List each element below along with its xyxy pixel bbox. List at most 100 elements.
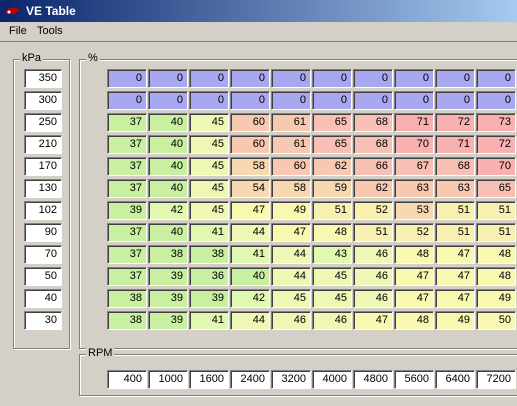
kpa-cell[interactable]: 50 [24, 267, 62, 286]
ve-cell[interactable]: 41 [230, 245, 270, 264]
kpa-cell[interactable]: 70 [24, 245, 62, 264]
ve-cell[interactable]: 37 [107, 135, 147, 154]
ve-cell[interactable]: 37 [107, 245, 147, 264]
ve-cell[interactable]: 36 [189, 267, 229, 286]
ve-cell[interactable]: 59 [312, 179, 352, 198]
ve-cell[interactable]: 65 [312, 135, 352, 154]
ve-cell[interactable]: 0 [476, 91, 516, 110]
ve-cell[interactable]: 0 [435, 91, 475, 110]
kpa-cell[interactable]: 130 [24, 179, 62, 198]
ve-cell[interactable]: 0 [230, 91, 270, 110]
ve-cell[interactable]: 60 [230, 113, 270, 132]
ve-cell[interactable]: 70 [394, 135, 434, 154]
ve-cell[interactable]: 51 [435, 201, 475, 220]
ve-cell[interactable]: 39 [148, 311, 188, 330]
ve-cell[interactable]: 51 [312, 201, 352, 220]
ve-cell[interactable]: 47 [271, 223, 311, 242]
ve-cell[interactable]: 0 [353, 91, 393, 110]
kpa-cell[interactable]: 300 [24, 91, 62, 110]
ve-cell[interactable]: 40 [148, 135, 188, 154]
ve-cell[interactable]: 44 [271, 245, 311, 264]
ve-cell[interactable]: 58 [230, 157, 270, 176]
ve-cell[interactable]: 48 [394, 311, 434, 330]
ve-cell[interactable]: 47 [435, 245, 475, 264]
ve-cell[interactable]: 48 [476, 245, 516, 264]
ve-cell[interactable]: 44 [230, 223, 270, 242]
ve-cell[interactable]: 54 [230, 179, 270, 198]
ve-cell[interactable]: 0 [312, 91, 352, 110]
ve-cell[interactable]: 49 [435, 311, 475, 330]
ve-cell[interactable]: 37 [107, 157, 147, 176]
ve-cell[interactable]: 40 [148, 179, 188, 198]
ve-cell[interactable]: 60 [271, 157, 311, 176]
kpa-cell[interactable]: 210 [24, 135, 62, 154]
ve-cell[interactable]: 0 [435, 69, 475, 88]
ve-cell[interactable]: 39 [148, 289, 188, 308]
ve-cell[interactable]: 41 [189, 223, 229, 242]
ve-cell[interactable]: 67 [394, 157, 434, 176]
ve-cell[interactable]: 42 [148, 201, 188, 220]
ve-cell[interactable]: 62 [353, 179, 393, 198]
ve-cell[interactable]: 37 [107, 179, 147, 198]
ve-cell[interactable]: 38 [189, 245, 229, 264]
ve-cell[interactable]: 68 [435, 157, 475, 176]
ve-cell[interactable]: 61 [271, 135, 311, 154]
ve-cell[interactable]: 0 [394, 69, 434, 88]
ve-cell[interactable]: 46 [353, 267, 393, 286]
ve-cell[interactable]: 38 [107, 311, 147, 330]
ve-cell[interactable]: 71 [435, 135, 475, 154]
ve-cell[interactable]: 38 [107, 289, 147, 308]
ve-cell[interactable]: 48 [394, 245, 434, 264]
ve-cell[interactable]: 0 [271, 91, 311, 110]
ve-cell[interactable]: 51 [353, 223, 393, 242]
ve-cell[interactable]: 61 [271, 113, 311, 132]
ve-cell[interactable]: 0 [189, 69, 229, 88]
ve-cell[interactable]: 40 [148, 113, 188, 132]
ve-cell[interactable]: 0 [476, 69, 516, 88]
ve-cell[interactable]: 46 [271, 311, 311, 330]
ve-cell[interactable]: 47 [435, 267, 475, 286]
ve-cell[interactable]: 41 [189, 311, 229, 330]
ve-cell[interactable]: 45 [312, 267, 352, 286]
ve-cell[interactable]: 72 [435, 113, 475, 132]
ve-cell[interactable]: 0 [230, 69, 270, 88]
ve-cell[interactable]: 47 [394, 289, 434, 308]
ve-cell[interactable]: 47 [353, 311, 393, 330]
ve-cell[interactable]: 39 [107, 201, 147, 220]
menu-tools[interactable]: Tools [37, 25, 63, 37]
ve-cell[interactable]: 46 [312, 311, 352, 330]
ve-cell[interactable]: 38 [148, 245, 188, 264]
ve-cell[interactable]: 47 [230, 201, 270, 220]
ve-cell[interactable]: 58 [271, 179, 311, 198]
ve-cell[interactable]: 0 [353, 69, 393, 88]
ve-cell[interactable]: 53 [394, 201, 434, 220]
ve-cell[interactable]: 45 [189, 135, 229, 154]
ve-cell[interactable]: 60 [230, 135, 270, 154]
kpa-cell[interactable]: 170 [24, 157, 62, 176]
ve-cell[interactable]: 45 [189, 157, 229, 176]
kpa-cell[interactable]: 250 [24, 113, 62, 132]
ve-cell[interactable]: 45 [189, 201, 229, 220]
rpm-cell[interactable]: 4000 [312, 370, 352, 389]
ve-cell[interactable]: 40 [148, 223, 188, 242]
ve-cell[interactable]: 73 [476, 113, 516, 132]
ve-cell[interactable]: 49 [271, 201, 311, 220]
ve-cell[interactable]: 45 [271, 289, 311, 308]
ve-cell[interactable]: 45 [189, 179, 229, 198]
kpa-cell[interactable]: 102 [24, 201, 62, 220]
ve-cell[interactable]: 37 [107, 267, 147, 286]
ve-cell[interactable]: 39 [189, 289, 229, 308]
ve-cell[interactable]: 71 [394, 113, 434, 132]
rpm-cell[interactable]: 6400 [435, 370, 475, 389]
ve-cell[interactable]: 49 [476, 289, 516, 308]
ve-cell[interactable]: 0 [148, 91, 188, 110]
ve-cell[interactable]: 45 [312, 289, 352, 308]
ve-cell[interactable]: 44 [230, 311, 270, 330]
ve-cell[interactable]: 46 [353, 289, 393, 308]
rpm-cell[interactable]: 1000 [148, 370, 188, 389]
rpm-cell[interactable]: 3200 [271, 370, 311, 389]
ve-cell[interactable]: 47 [435, 289, 475, 308]
ve-cell[interactable]: 39 [148, 267, 188, 286]
ve-cell[interactable]: 0 [148, 69, 188, 88]
ve-cell[interactable]: 51 [435, 223, 475, 242]
